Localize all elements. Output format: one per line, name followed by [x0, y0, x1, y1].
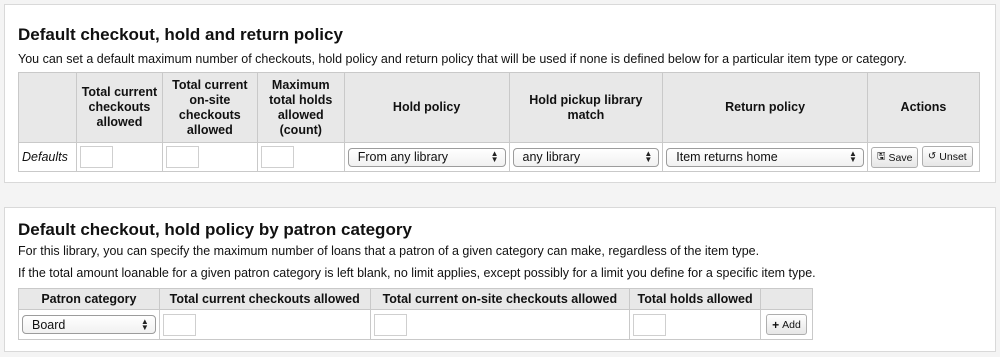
save-button-label: Save: [888, 151, 913, 164]
updown-arrows-icon: ▲ ▼: [849, 149, 857, 164]
max-checkouts-input[interactable]: [79, 146, 113, 168]
default-policy-description: You can set a default maximum number of …: [18, 52, 907, 66]
header-pickup-match: Hold pickup library match: [508, 72, 664, 143]
header-patron-category: Patron category: [18, 288, 160, 310]
defaults-row-label: Defaults: [18, 142, 77, 172]
updown-arrows-icon: ▲ ▼: [644, 149, 653, 164]
header-actions: Actions: [866, 72, 981, 143]
floppy-disk-icon: 🖫: [876, 151, 886, 162]
table-row: Board ▲ ▼ + Add: [18, 309, 814, 340]
header-onsite-checkouts: Total current on-site checkouts allowed: [369, 288, 631, 310]
table-header-row: Patron category Total current checkouts …: [18, 288, 814, 310]
header-blank: [18, 72, 77, 143]
header-max-holds: Maximum total holds allowed (count): [256, 72, 345, 143]
default-policy-title: Default checkout, hold and return policy: [18, 25, 343, 44]
pickup-match-selected-value: any library: [522, 150, 581, 164]
header-total-holds: Total holds allowed: [629, 288, 761, 310]
header-total-checkouts: Total current checkouts allowed: [75, 72, 163, 143]
header-total-checkouts: Total current checkouts allowed: [158, 288, 371, 310]
hold-policy-selected-value: From any library: [357, 150, 448, 164]
max-onsite-checkouts-input[interactable]: [165, 146, 199, 168]
add-button-label: Add: [782, 318, 801, 331]
category-checkouts-input[interactable]: [162, 313, 196, 336]
category-holds-input[interactable]: [633, 313, 667, 336]
table-row: Defaults From any library ▲ ▼ any librar…: [18, 142, 981, 172]
save-button[interactable]: 🖫 Save: [870, 147, 919, 168]
hold-policy-select[interactable]: From any library ▲ ▼: [347, 147, 506, 167]
patron-category-description-1: For this library, you can specify the ma…: [18, 244, 760, 258]
header-blank: [759, 288, 814, 310]
category-onsite-checkouts-input[interactable]: [373, 313, 407, 336]
default-policy-table: Total current checkouts allowed Total cu…: [18, 72, 981, 172]
table-header-row: Total current checkouts allowed Total cu…: [18, 72, 981, 143]
patron-category-policy-title: Default checkout, hold policy by patron …: [18, 220, 412, 239]
unset-button-label: Unset: [939, 150, 967, 163]
plus-icon: +: [772, 317, 780, 332]
add-button[interactable]: + Add: [766, 314, 807, 335]
default-policy-panel: Default checkout, hold and return policy…: [4, 4, 996, 183]
pickup-match-select[interactable]: any library ▲ ▼: [512, 147, 660, 167]
max-holds-input[interactable]: [260, 146, 294, 168]
header-hold-policy: Hold policy: [343, 72, 510, 143]
patron-category-policy-panel: Default checkout, hold policy by patron …: [4, 207, 996, 352]
unset-button[interactable]: ↺ Unset: [921, 146, 973, 167]
updown-arrows-icon: ▲ ▼: [490, 149, 499, 164]
updown-arrows-icon: ▲ ▼: [140, 316, 149, 332]
undo-icon: ↺: [927, 151, 937, 162]
patron-category-select[interactable]: Board ▲ ▼: [22, 315, 156, 334]
return-policy-selected-value: Item returns home: [676, 150, 778, 164]
header-onsite-checkouts: Total current on-site checkouts allowed: [161, 72, 258, 143]
header-return-policy: Return policy: [662, 72, 868, 143]
patron-category-description-2: If the total amount loanable for a given…: [18, 266, 816, 280]
patron-category-selected-value: Board: [32, 317, 66, 332]
return-policy-select[interactable]: Item returns home ▲ ▼: [666, 147, 864, 167]
patron-category-table: Patron category Total current checkouts …: [18, 288, 814, 340]
